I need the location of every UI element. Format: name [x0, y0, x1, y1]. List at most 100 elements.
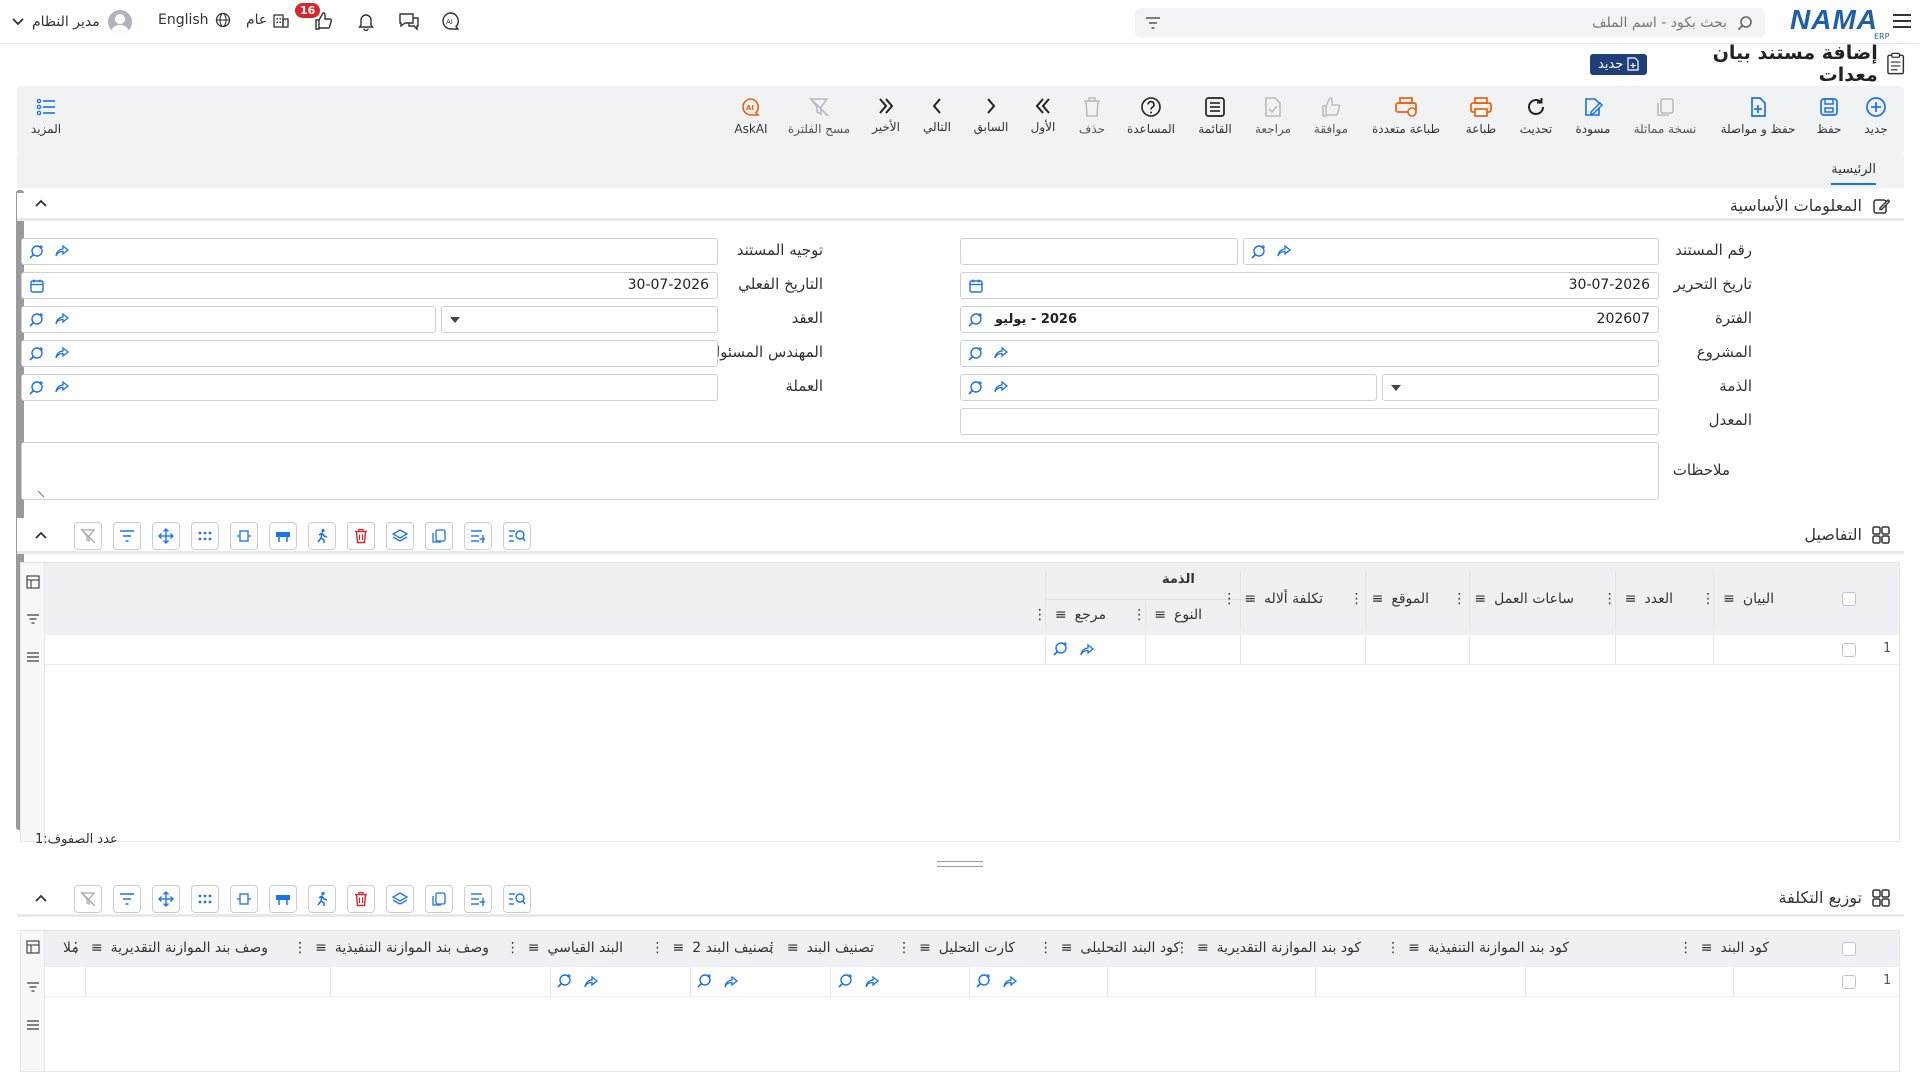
lookup-search-icon[interactable] [28, 346, 46, 362]
calendar-icon[interactable] [968, 278, 984, 294]
last-record-button[interactable]: الأخير [851, 96, 921, 134]
save-and-continue-button[interactable]: حفظ و مواصلة [1721, 96, 1795, 136]
share-icon[interactable] [1079, 643, 1095, 657]
lookup-search-icon[interactable] [28, 244, 46, 260]
column-filter-icon[interactable]: ≡ [1244, 591, 1256, 607]
copy-row-icon[interactable] [425, 885, 453, 913]
share-icon[interactable] [54, 346, 70, 360]
select-all-checkbox[interactable] [1842, 592, 1856, 606]
column-header-reference[interactable]: مرجع ≡ ⋮ [1033, 607, 1106, 623]
column-menu-icon[interactable]: ⋮ [1679, 940, 1693, 956]
duplicate-button[interactable]: نسخة مماثلة [1630, 96, 1700, 136]
collapse-icon[interactable] [35, 531, 47, 539]
columns-icon[interactable] [26, 940, 40, 954]
section-splitter[interactable] [937, 861, 983, 867]
actual-date-input[interactable]: 30-07-2026 [21, 272, 718, 299]
column-header-item-class-2[interactable]: تصنيف البند 2 ≡ ⋮ [651, 940, 774, 956]
account-input[interactable] [960, 374, 1377, 401]
add-rows-icon[interactable] [464, 522, 492, 550]
details-header[interactable]: التفاصيل [17, 518, 1904, 554]
column-menu-icon[interactable]: ⋮ [1452, 591, 1466, 607]
more-button[interactable]: المزيد [11, 96, 81, 136]
column-menu-icon[interactable]: ⋮ [1222, 591, 1236, 607]
resize-handle-icon[interactable] [38, 489, 46, 497]
project-input[interactable] [960, 340, 1659, 367]
clear-filter-button[interactable]: مسح الفلترة [784, 96, 854, 136]
lookup-search-icon[interactable] [28, 312, 46, 328]
column-menu-icon[interactable]: ⋮ [1033, 607, 1047, 623]
currency-input[interactable] [21, 374, 718, 401]
filter-icon[interactable] [113, 522, 141, 550]
menu-icon[interactable] [26, 651, 40, 663]
column-filter-icon[interactable]: ≡ [1154, 607, 1166, 623]
contract-type-select[interactable] [441, 306, 718, 333]
column-filter-icon[interactable]: ≡ [919, 940, 931, 956]
share-icon[interactable] [583, 975, 599, 989]
column-menu-icon[interactable]: ⋮ [651, 940, 665, 956]
approvals-button[interactable]: 16 [295, 3, 333, 31]
copy-row-icon[interactable] [425, 522, 453, 550]
row-checkbox[interactable] [1842, 975, 1856, 989]
add-rows-icon[interactable] [464, 885, 492, 913]
column-header-count[interactable]: العدد ≡ ⋮ [1603, 591, 1673, 607]
column-menu-icon[interactable]: ⋮ [506, 940, 520, 956]
share-icon[interactable] [864, 975, 880, 989]
lookup-search-icon[interactable] [1250, 244, 1268, 260]
column-filter-icon[interactable]: ≡ [1408, 940, 1420, 956]
engineer-input[interactable] [21, 340, 718, 367]
basic-info-header[interactable]: المعلومات الأساسية [17, 193, 1904, 221]
move-icon[interactable] [152, 885, 180, 913]
search-input[interactable]: بحث بكود - اسم الملف [1592, 15, 1727, 31]
language-switch[interactable]: English [158, 12, 231, 28]
column-filter-icon[interactable]: ≡ [1474, 591, 1486, 607]
select-all-checkbox[interactable] [1842, 942, 1856, 956]
row-checkbox[interactable] [1842, 643, 1856, 657]
column-header-notes[interactable]: ملا [63, 940, 79, 956]
collapse-icon[interactable] [35, 894, 47, 902]
messages-button[interactable] [398, 11, 420, 31]
column-menu-icon[interactable]: ⋮ [293, 940, 307, 956]
list-button[interactable]: القائمة [1180, 96, 1250, 136]
column-menu-icon[interactable]: ⋮ [1350, 591, 1364, 607]
rate-input[interactable] [960, 408, 1659, 435]
filter-icon[interactable] [26, 981, 40, 993]
contract-input[interactable] [21, 306, 436, 333]
share-icon[interactable] [1276, 244, 1292, 258]
calendar-icon[interactable] [29, 278, 45, 294]
column-header-type[interactable]: النوع ≡ ⋮ [1132, 607, 1202, 623]
lookup-search-icon[interactable] [28, 380, 46, 396]
column-header-analytic-code[interactable]: كود البند التحليلى ≡ ⋮ [1039, 940, 1180, 956]
layers-icon[interactable] [386, 522, 414, 550]
column-filter-icon[interactable]: ≡ [528, 940, 540, 956]
column-filter-icon[interactable]: ≡ [787, 940, 799, 956]
fit-columns-icon[interactable] [230, 522, 258, 550]
share-icon[interactable] [54, 380, 70, 394]
column-header-machine-cost[interactable]: تكلفة ألاله ≡ ⋮ [1222, 591, 1323, 607]
lookup-search-icon[interactable] [967, 346, 985, 362]
columns-icon[interactable] [26, 575, 40, 589]
column-filter-icon[interactable]: ≡ [1061, 940, 1073, 956]
share-icon[interactable] [993, 380, 1009, 394]
column-filter-icon[interactable]: ≡ [1701, 940, 1713, 956]
share-icon[interactable] [993, 346, 1009, 360]
search-filter-icon[interactable] [1145, 16, 1161, 30]
lookup-search-icon[interactable] [967, 312, 985, 328]
search-rows-icon[interactable] [503, 522, 531, 550]
tab-main[interactable]: الرئيسية [1831, 162, 1876, 185]
column-filter-icon[interactable]: ≡ [1055, 607, 1067, 623]
search-icon[interactable] [1737, 15, 1753, 31]
column-filter-icon[interactable]: ≡ [91, 940, 103, 956]
share-icon[interactable] [1002, 975, 1018, 989]
share-icon[interactable] [723, 975, 739, 989]
column-header-est-budget-desc[interactable]: وصف بند الموازنة التقديرية ≡ ⋮ [69, 940, 268, 956]
column-filter-icon[interactable]: ≡ [315, 940, 327, 956]
dots-grid-icon[interactable] [191, 885, 219, 913]
notifications-button[interactable] [356, 11, 376, 31]
save-button[interactable]: حفظ [1794, 96, 1864, 136]
delete-row-icon[interactable] [347, 885, 375, 913]
filter-icon[interactable] [26, 613, 40, 625]
column-menu-icon[interactable]: ⋮ [1039, 940, 1053, 956]
table-layout-icon[interactable] [269, 522, 297, 550]
column-filter-icon[interactable]: ≡ [1197, 940, 1209, 956]
menu-icon[interactable] [26, 1019, 40, 1031]
